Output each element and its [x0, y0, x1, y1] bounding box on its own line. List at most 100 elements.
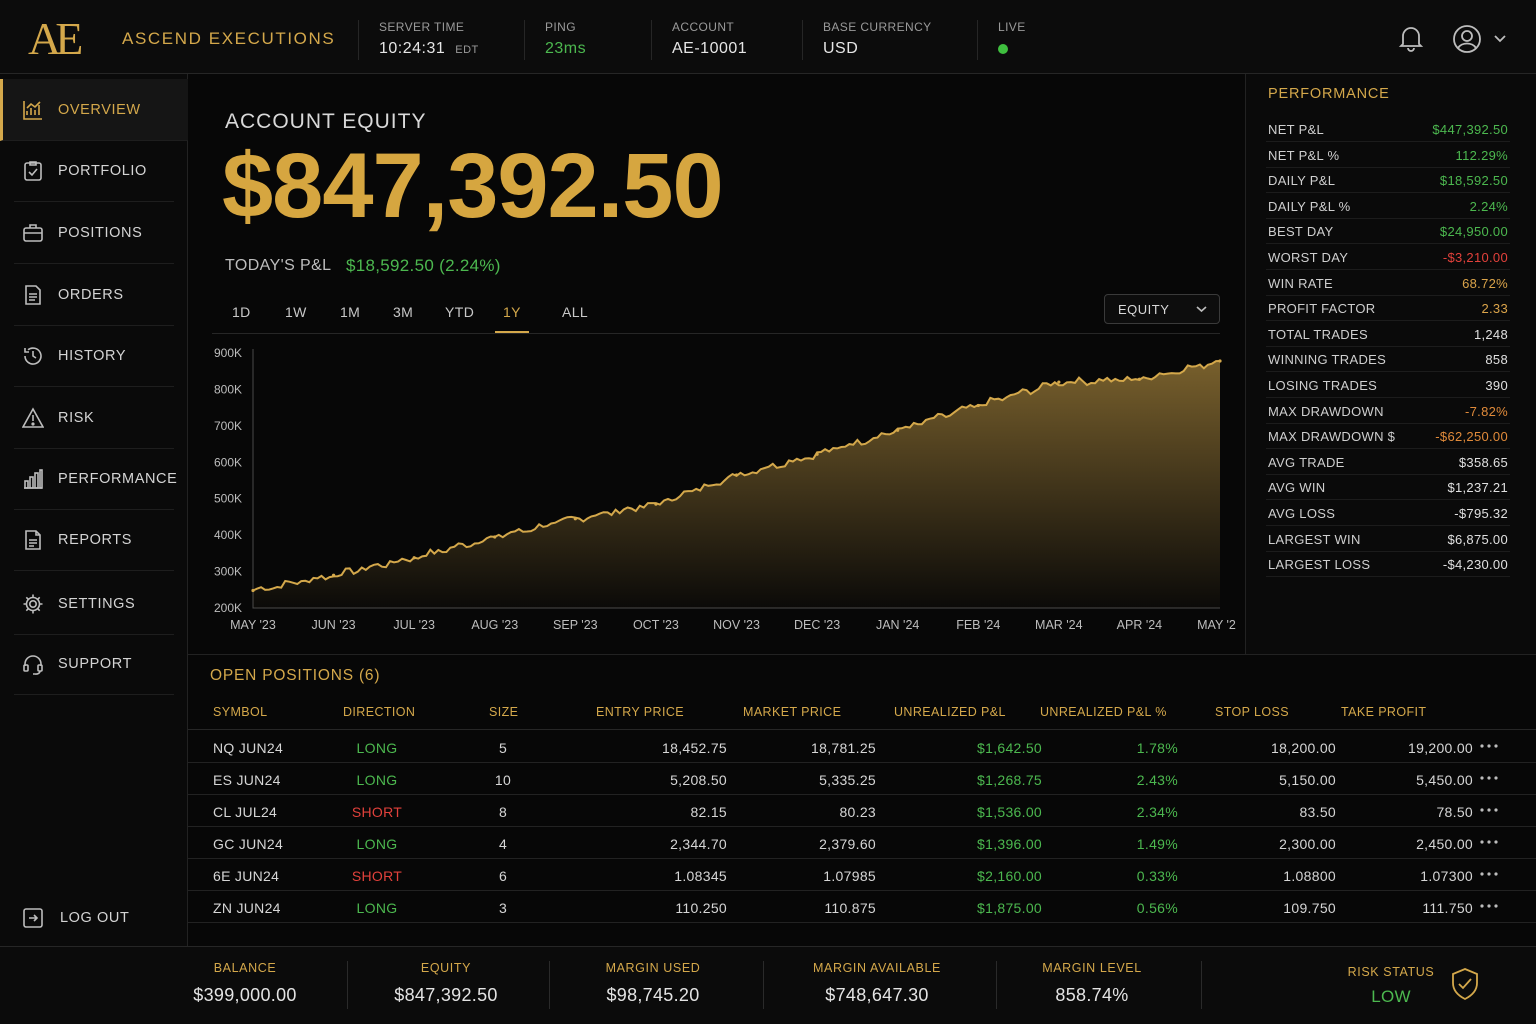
x-tick-label: MAY '24	[1197, 618, 1236, 632]
sidebar-item-label: SUPPORT	[58, 655, 133, 672]
table-header: SYMBOL DIRECTION SIZE ENTRY PRICE MARKET…	[188, 699, 1536, 730]
performance-value: -$4,230.00	[1442, 557, 1508, 573]
table-row[interactable]: ZN JUN24 LONG 3 110.250 110.875 $1,875.00 0.56…	[188, 891, 1536, 923]
cell-market: 1.07985	[823, 868, 876, 884]
headset-icon	[23, 654, 43, 675]
user-icon[interactable]	[1452, 24, 1482, 54]
margin-available: MARGIN AVAILABLE $748,647.30	[797, 961, 957, 1006]
metric-select[interactable]: EQUITY	[1104, 294, 1220, 324]
more-options-icon[interactable]	[1479, 899, 1499, 913]
x-tick-label: SEP '23	[553, 618, 598, 632]
column-header[interactable]: SYMBOL	[213, 705, 268, 719]
sidebar-item-portfolio[interactable]: PORTFOLIO	[14, 140, 174, 202]
more-options-icon[interactable]	[1479, 835, 1499, 849]
performance-value: 390	[1485, 378, 1508, 393]
more-options-icon[interactable]	[1479, 739, 1499, 753]
tab-3m[interactable]: 3M	[391, 304, 415, 330]
sidebar-item-overview[interactable]: OVERVIEW	[0, 79, 188, 141]
cell-stop: 83.50	[1299, 804, 1336, 820]
balance-value: $399,000.00	[193, 985, 297, 1005]
performance-value: 112.29%	[1455, 147, 1508, 163]
margin-used-value: $98,745.20	[606, 985, 700, 1005]
performance-label: DAILY P&L	[1268, 173, 1336, 189]
sidebar-item-orders[interactable]: ORDERS	[14, 264, 174, 326]
open-positions-title: OPEN POSITIONS (6)	[210, 667, 381, 684]
table-row[interactable]: ES JUN24 LONG 10 5,208.50 5,335.25 $1,268.75 2…	[188, 763, 1536, 795]
table-row[interactable]: 6E JUN24 SHORT 6 1.08345 1.07985 $2,160.00 0.3…	[188, 859, 1536, 891]
more-options-icon[interactable]	[1479, 867, 1499, 881]
column-header[interactable]: STOP LOSS	[1215, 705, 1289, 719]
sidebar-item-support[interactable]: SUPPORT	[14, 633, 174, 695]
y-tick-label: 400K	[214, 528, 242, 542]
sidebar-item-risk[interactable]: RISK	[14, 387, 174, 449]
cell-direction: SHORT	[351, 804, 403, 820]
performance-value: -$62,250.00	[1435, 429, 1508, 445]
column-header[interactable]: DIRECTION	[343, 705, 415, 719]
tab-1d[interactable]: 1D	[230, 304, 253, 330]
performance-value: 1,248	[1473, 326, 1508, 342]
cell-symbol: CL JUL24	[213, 804, 278, 820]
cell-symbol: ZN JUN24	[213, 900, 281, 916]
equity-point	[1057, 380, 1061, 384]
account: ACCOUNT AE-10001	[651, 20, 747, 60]
table-row[interactable]: GC JUN24 LONG 4 2,344.70 2,379.60 $1,396.00 1.…	[188, 827, 1536, 859]
base-currency: BASE CURRENCY USD	[802, 20, 932, 60]
column-header[interactable]: UNREALIZED P&L	[894, 705, 1006, 719]
cell-entry: 82.15	[690, 804, 727, 820]
column-header[interactable]: UNREALIZED P&L %	[1040, 705, 1167, 719]
more-options-icon[interactable]	[1479, 803, 1499, 817]
cell-upnl-pct: 2.43%	[1136, 772, 1178, 788]
performance-row: NET P&L $447,392.50	[1266, 117, 1510, 142]
table-row[interactable]: CL JUL24 SHORT 8 82.15 80.23 $1,536.00 2.34% 83…	[188, 795, 1536, 827]
sidebar-item-settings[interactable]: SETTINGS	[14, 573, 174, 635]
account-equity-label: ACCOUNT EQUITY	[225, 110, 427, 133]
chevron-down-icon[interactable]	[1493, 31, 1507, 45]
equity-point	[1137, 377, 1142, 381]
server-time-zone: EDT	[455, 44, 479, 56]
divider	[1201, 961, 1202, 1009]
todays-pnl-value: $18,592.50 (2.24%)	[346, 256, 501, 275]
cell-upnl-pct: 0.33%	[1136, 868, 1178, 884]
document-icon	[25, 284, 41, 305]
cell-upnl-pct: 1.49%	[1136, 836, 1178, 852]
tab-1w[interactable]: 1W	[283, 304, 309, 330]
cell-stop: 1.08800	[1283, 868, 1336, 884]
tab-all[interactable]: ALL	[560, 304, 590, 330]
sidebar-item-history[interactable]: HISTORY	[14, 325, 174, 387]
equity-point	[1218, 359, 1222, 363]
cell-symbol: NQ JUN24	[213, 740, 284, 756]
performance-label: LARGEST LOSS	[1268, 557, 1371, 573]
more-options-icon[interactable]	[1479, 771, 1499, 785]
bar-chart-icon	[24, 468, 43, 489]
bell-icon[interactable]	[1398, 24, 1424, 52]
tab-ytd[interactable]: YTD	[443, 304, 476, 330]
tab-1m[interactable]: 1M	[338, 304, 362, 330]
margin-level-value: 858.74%	[1055, 985, 1129, 1005]
performance-row: MAX DRAWDOWN $ -$62,250.00	[1266, 424, 1510, 450]
equity-chart: 900K 800K 700K 600K 500K 400K 300K 200K MAY '23 J…	[214, 346, 1236, 632]
chevron-down-icon	[1196, 306, 1207, 313]
performance-label: AVG WIN	[1268, 480, 1326, 496]
column-header[interactable]: SIZE	[489, 705, 518, 719]
cell-market: 110.875	[824, 900, 876, 916]
cell-take: 111.750	[1422, 900, 1473, 916]
margin-level-label: MARGIN LEVEL	[1042, 961, 1142, 975]
x-tick-label: JUN '23	[312, 618, 356, 632]
sidebar-item-positions[interactable]: POSITIONS	[14, 202, 174, 264]
server-time-label: SERVER TIME	[379, 20, 465, 34]
column-header[interactable]: MARKET PRICE	[743, 705, 841, 719]
cell-size: 5	[498, 740, 508, 756]
cell-size: 8	[498, 804, 508, 820]
account-value: AE-10001	[672, 40, 748, 57]
x-tick-label: OCT '23	[633, 618, 679, 632]
y-tick-label: 900K	[214, 346, 242, 360]
table-row[interactable]: NQ JUN24 LONG 5 18,452.75 18,781.25 $1,642.50…	[188, 731, 1536, 763]
sidebar-item-reports[interactable]: REPORTS	[14, 509, 174, 571]
logout-button[interactable]: LOG OUT	[14, 900, 174, 936]
column-header[interactable]: TAKE PROFIT	[1341, 705, 1426, 719]
column-header[interactable]: ENTRY PRICE	[596, 705, 684, 719]
sidebar-item-performance[interactable]: PERFORMANCE	[14, 448, 177, 510]
equity-area	[253, 361, 1220, 608]
tab-1y[interactable]: 1Y	[495, 304, 529, 333]
equity-point	[493, 535, 497, 539]
